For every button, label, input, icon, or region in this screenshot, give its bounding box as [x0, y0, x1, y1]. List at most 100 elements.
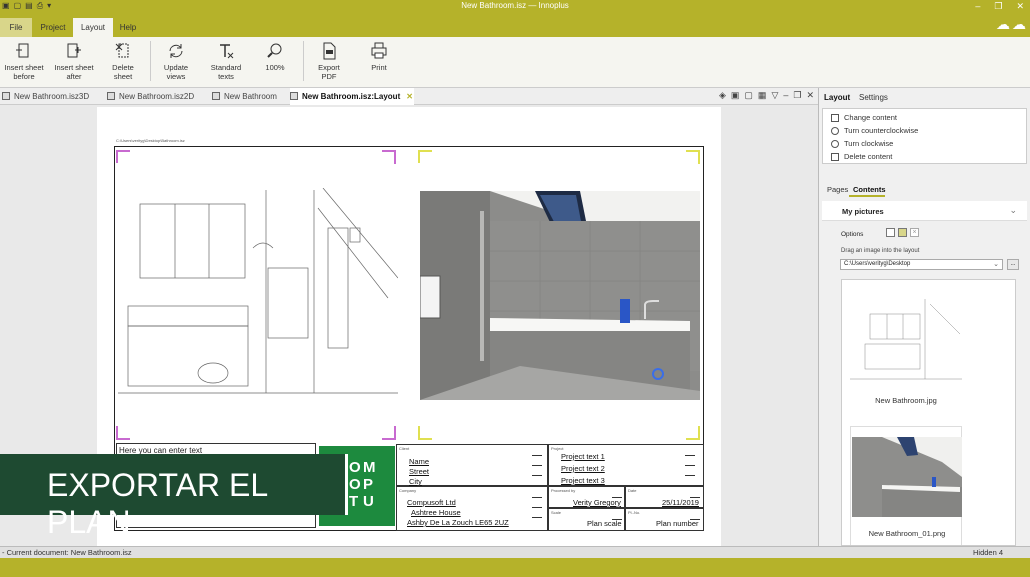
dash-mark [690, 519, 700, 520]
separator [303, 41, 304, 81]
cube-icon[interactable]: ◈ [719, 90, 726, 101]
list-view-icon[interactable] [886, 228, 895, 237]
menu-tab-help[interactable]: Help [114, 18, 142, 37]
label: views [166, 72, 186, 81]
menu-tab-layout[interactable]: Layout [73, 18, 113, 37]
print-button[interactable]: Print [355, 41, 403, 72]
close-icon[interactable]: ✕ [1016, 1, 1024, 12]
path-select[interactable]: C:\Users\verityg\Desktop ⌄ [840, 259, 1003, 270]
tab-label: New Bathroom [224, 92, 277, 101]
render-image[interactable] [420, 191, 700, 400]
thumbnail-caption: New Bathroom_01.png [868, 529, 946, 538]
my-pictures-header[interactable]: My pictures ⌄ [822, 201, 1027, 221]
edit-icon [831, 113, 839, 122]
sketch-drawing[interactable] [118, 188, 398, 403]
status-hidden: Hidden 4 [973, 548, 1004, 557]
zoom-100-button[interactable]: 100% [251, 41, 299, 72]
corner-mark [418, 150, 432, 163]
label: before [13, 72, 35, 81]
corner-mark [382, 150, 396, 164]
dash-mark [685, 465, 695, 466]
window-title: New Bathroom.isz — Innoplus [461, 1, 569, 10]
client-block[interactable]: Client Name Street City [396, 444, 548, 486]
company-block[interactable]: Company Compusoft Ltd Ashtree House Ashb… [396, 486, 548, 531]
zoom-icon [267, 43, 282, 58]
tab-2d[interactable]: New Bathroom.isz2D [107, 88, 207, 105]
chevron-down-icon: ⌄ [993, 261, 999, 268]
tab-layout[interactable]: New Bathroom.isz:Layout ✕ [290, 88, 414, 105]
client-name: Name [409, 457, 430, 466]
logo-letter: P [363, 476, 374, 493]
tab-bathroom[interactable]: New Bathroom [212, 88, 288, 105]
corner-mark [686, 150, 700, 164]
change-content-item[interactable]: Change content [831, 113, 897, 122]
filter-icon[interactable]: ▽ [771, 90, 778, 101]
tab-label: New Bathroom.isz:Layout [302, 92, 401, 101]
label: Print [371, 63, 387, 72]
fit-icon[interactable]: ▢ [744, 90, 753, 101]
restore-pane-icon[interactable]: ❐ [793, 90, 801, 101]
label: texts [218, 72, 234, 81]
minimize-icon[interactable]: – [975, 1, 980, 12]
panel-tab-layout[interactable]: Layout [824, 93, 850, 102]
label: Export [318, 63, 340, 72]
project-block[interactable]: Project Project text 1 Project text 2 Pr… [548, 444, 704, 486]
project-text-2: Project text 2 [561, 464, 605, 473]
label: Update [163, 63, 189, 72]
corner-mark [116, 150, 130, 163]
pdf-icon [323, 42, 336, 60]
tab-label: New Bathroom.isz2D [119, 92, 195, 101]
corner-mark [686, 426, 700, 440]
export-pdf-button[interactable]: Export PDF [305, 41, 353, 81]
update-views-button[interactable]: Update views [152, 41, 200, 81]
thumbnail-caption: New Bathroom.jpg [875, 396, 937, 405]
company-line-2: Ashtree House [411, 508, 461, 517]
browse-button[interactable]: ... [1007, 259, 1019, 270]
grid-icon[interactable]: ▦ [758, 90, 767, 101]
window-controls: – ❐ ✕ [975, 1, 1024, 12]
item-label: Delete content [844, 152, 893, 161]
dash-mark [532, 517, 542, 518]
2d-view-icon [107, 92, 115, 100]
dash-mark [685, 475, 695, 476]
thumbnail-item[interactable]: New Bathroom.jpg [850, 284, 962, 414]
render-thumbnail [852, 437, 962, 517]
tab-3d[interactable]: New Bathroom.isz3D [2, 88, 102, 105]
item-label: Turn counterclockwise [844, 126, 919, 135]
delete-sheet-button[interactable]: Delete sheet [99, 41, 147, 81]
tab-label: New Bathroom.isz3D [14, 92, 90, 101]
client-street: Street [409, 467, 430, 476]
label: Insert sheet [54, 63, 94, 72]
menu-bar: File Project Layout Help ☁ ☁ [0, 13, 1030, 37]
company-line-3: Ashby De La Zouch LE65 2UZ [407, 518, 509, 527]
insert-sheet-after-button[interactable]: Insert sheet after [50, 41, 98, 81]
clear-icon[interactable]: × [910, 228, 919, 237]
restore-icon[interactable]: ❐ [994, 1, 1002, 12]
cloud-download-icon[interactable]: ☁ [1012, 16, 1026, 33]
close-pane-icon[interactable]: ✕ [806, 90, 814, 101]
floorplan-icon [212, 92, 220, 100]
panel-tab-settings[interactable]: Settings [859, 93, 888, 102]
minimize-pane-icon[interactable]: – [783, 90, 788, 101]
separator [150, 41, 151, 81]
subtab-contents[interactable]: Contents [853, 185, 886, 194]
thumb-view-icon[interactable] [898, 228, 907, 237]
chevron-down-icon[interactable]: ⌄ [1009, 205, 1017, 216]
menu-tab-file[interactable]: File [0, 18, 32, 37]
frame-icon[interactable]: ▣ [731, 90, 740, 101]
cloud-upload-icon[interactable]: ☁ [996, 16, 1010, 33]
delete-content-item[interactable]: Delete content [831, 152, 892, 161]
insert-sheet-before-button[interactable]: Insert sheet before [0, 41, 48, 81]
menu-tab-project[interactable]: Project [34, 18, 72, 37]
thumbnail-item[interactable]: New Bathroom_01.png [850, 426, 962, 545]
standard-texts-button[interactable]: Standard texts [202, 41, 250, 81]
subtab-pages[interactable]: Pages [827, 185, 848, 194]
rotate-ccw-item[interactable]: Turn counterclockwise [831, 126, 918, 135]
logo-letter: U [363, 493, 374, 510]
item-label: Change content [844, 113, 897, 122]
corner-mark [418, 426, 432, 440]
item-label: Turn clockwise [844, 139, 894, 148]
caption-text: EXPORTAR EL PLAN [47, 467, 267, 540]
rotate-cw-item[interactable]: Turn clockwise [831, 139, 893, 148]
close-tab-icon[interactable]: ✕ [406, 92, 413, 101]
